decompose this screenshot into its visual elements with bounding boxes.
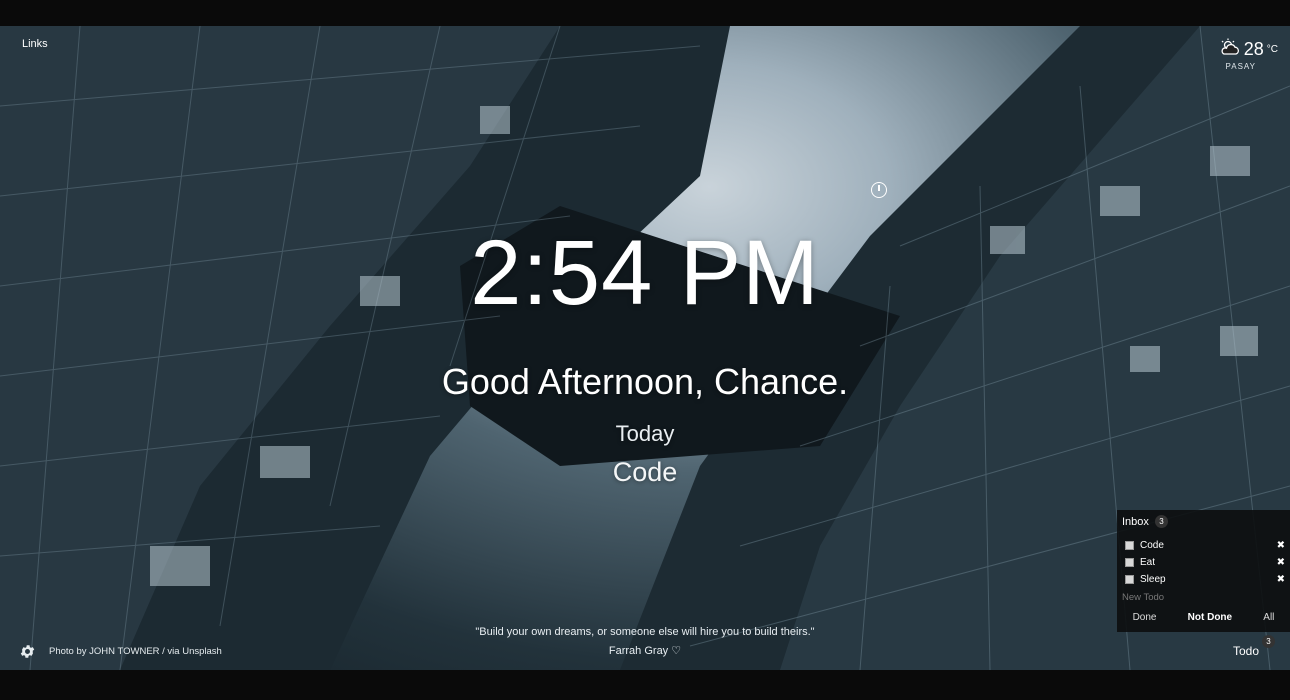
background-photo: Links 28 °C PASAY 2:54 PM Good Afternoon,… (0, 26, 1290, 670)
todo-list: Code ✖ Eat ✖ Sleep ✖ (1125, 537, 1285, 588)
filter-done[interactable]: Done (1133, 612, 1157, 623)
photo-source-link[interactable]: Unsplash (182, 646, 222, 657)
todo-header[interactable]: Inbox 3 (1122, 515, 1168, 528)
photo-credit-prefix: Photo by (49, 646, 90, 657)
photo-credit: Photo by JOHN TOWNER / via Unsplash (49, 646, 222, 657)
weather-unit: °C (1266, 44, 1278, 55)
clock: 2:54 PM (470, 222, 820, 324)
filter-not-done[interactable]: Not Done (1188, 612, 1232, 623)
letterbox-top (0, 0, 1290, 26)
todo-item: Code ✖ (1125, 537, 1285, 554)
todo-item-label[interactable]: Code (1140, 540, 1273, 551)
todo-checkbox[interactable] (1125, 575, 1134, 584)
inbox-count-badge: 3 (1154, 515, 1168, 528)
photo-author-link[interactable]: JOHN TOWNER (89, 646, 159, 657)
quote-text: "Build your own dreams, or someone else … (475, 626, 815, 638)
new-todo-input[interactable] (1122, 592, 1282, 603)
filter-all[interactable]: All (1263, 612, 1274, 623)
weather-location: PASAY (1225, 62, 1256, 71)
todo-item: Sleep ✖ (1125, 571, 1285, 588)
todo-panel: Inbox 3 Code ✖ Eat ✖ Sleep ✖ Done Not Do (1117, 510, 1290, 632)
delete-icon[interactable]: ✖ (1273, 557, 1285, 568)
buildings-illustration (0, 26, 1290, 670)
todo-item-label[interactable]: Sleep (1140, 574, 1273, 585)
links-button[interactable]: Links (22, 38, 48, 50)
todo-item: Eat ✖ (1125, 554, 1285, 571)
partly-cloudy-icon (1219, 38, 1241, 61)
weather-widget[interactable]: 28 °C PASAY (1219, 38, 1278, 71)
inbox-label: Inbox (1122, 515, 1149, 528)
letterbox-bottom (0, 670, 1290, 700)
focus-label: Today (615, 421, 675, 446)
delete-icon[interactable]: ✖ (1273, 574, 1285, 585)
focus-value[interactable]: Code (0, 457, 1290, 488)
photo-credit-separator: / via (159, 646, 183, 657)
todo-checkbox[interactable] (1125, 541, 1134, 550)
gear-icon[interactable] (19, 643, 36, 660)
todo-item-label[interactable]: Eat (1140, 557, 1273, 568)
todo-toggle-button[interactable]: Todo (1233, 644, 1259, 658)
delete-icon[interactable]: ✖ (1273, 540, 1285, 551)
weather-temperature: 28 (1243, 39, 1264, 59)
todo-count-badge: 3 (1262, 635, 1275, 648)
greeting: Good Afternoon, Chance. (441, 361, 849, 402)
todo-checkbox[interactable] (1125, 558, 1134, 567)
todo-filters: Done Not Done All (1117, 612, 1290, 623)
mouse-cursor-icon (871, 182, 887, 198)
